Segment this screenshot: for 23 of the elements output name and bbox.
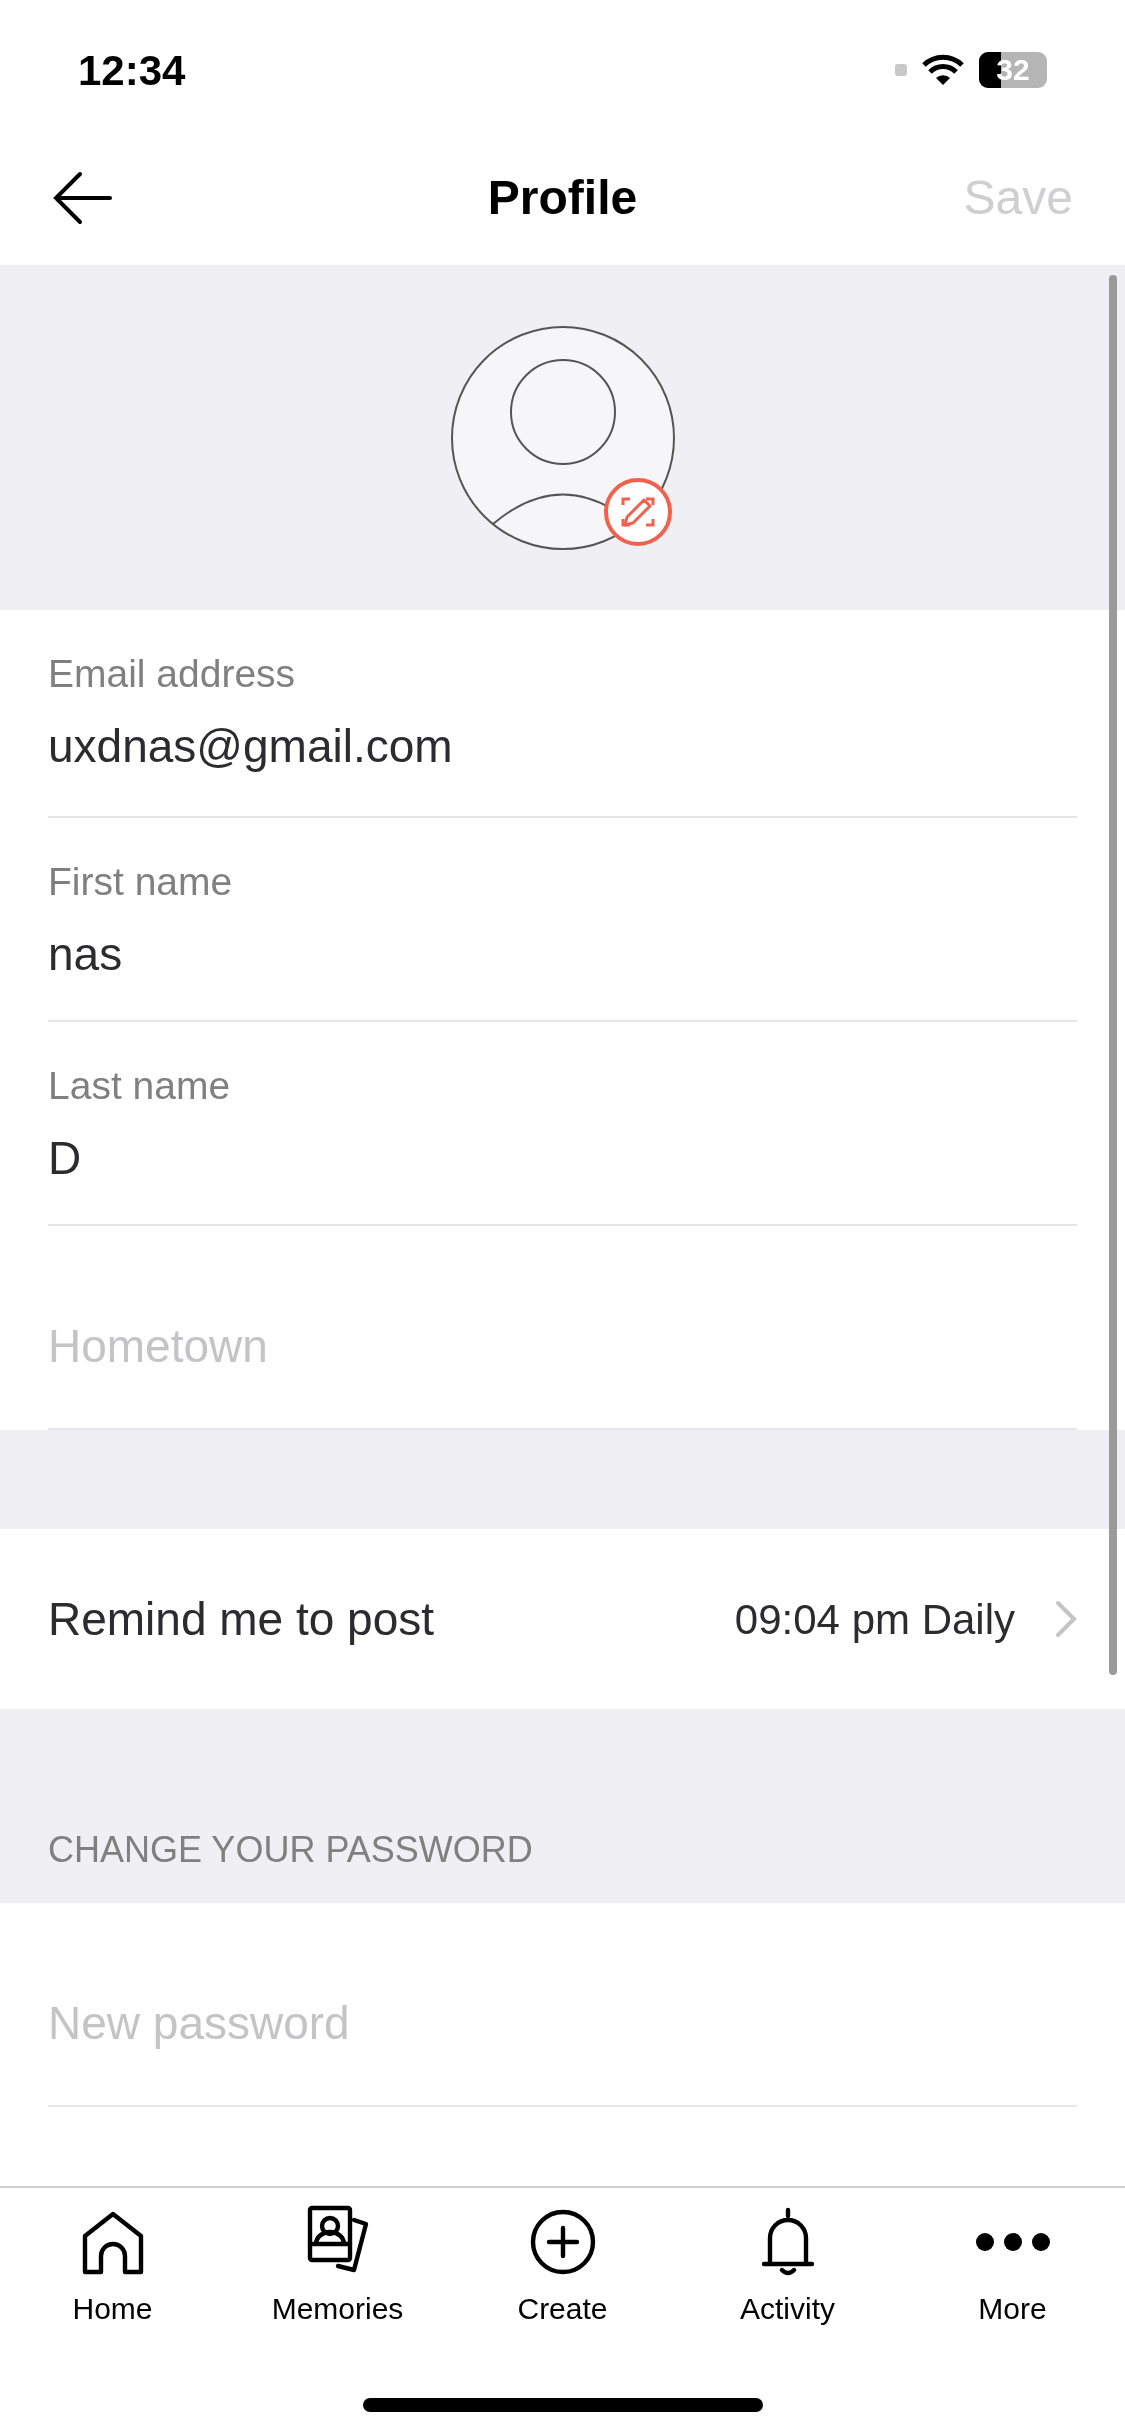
avatar-placeholder-icon[interactable] <box>449 324 676 551</box>
input-field[interactable]: nas <box>48 924 1077 984</box>
field-label: Last name <box>48 1063 232 1109</box>
tab-bar-item[interactable]: Home <box>0 2188 225 2331</box>
wifi-icon <box>921 53 965 87</box>
field-label: First name <box>48 859 234 905</box>
input-field[interactable]: uxdnas@gmail.com <box>48 716 1077 776</box>
page-title: Profile <box>487 169 638 226</box>
tab-bar-item[interactable]: Create <box>450 2188 675 2331</box>
back-arrow-icon[interactable] <box>52 169 114 226</box>
status-time: 12:34 <box>78 45 186 96</box>
edit-pencil-icon[interactable] <box>602 476 673 547</box>
reminder-label: Remind me to post <box>48 1591 435 1647</box>
tab-bar-item[interactable]: Activity <box>675 2188 900 2331</box>
section-heading: CHANGE YOUR PASSWORD <box>48 1828 533 1872</box>
more-icon <box>975 2233 1050 2251</box>
tab-bar-item[interactable]: More <box>900 2188 1125 2331</box>
input-field[interactable]: D <box>48 1128 1077 1188</box>
input-field[interactable]: New password <box>48 1993 1077 2053</box>
input-field[interactable]: Hometown <box>48 1316 1077 1376</box>
reminder-time[interactable]: 09:04 pm Daily <box>734 1587 1015 1651</box>
tab-bar-item[interactable]: Memories <box>225 2188 450 2331</box>
field-label: Email address <box>48 651 297 697</box>
